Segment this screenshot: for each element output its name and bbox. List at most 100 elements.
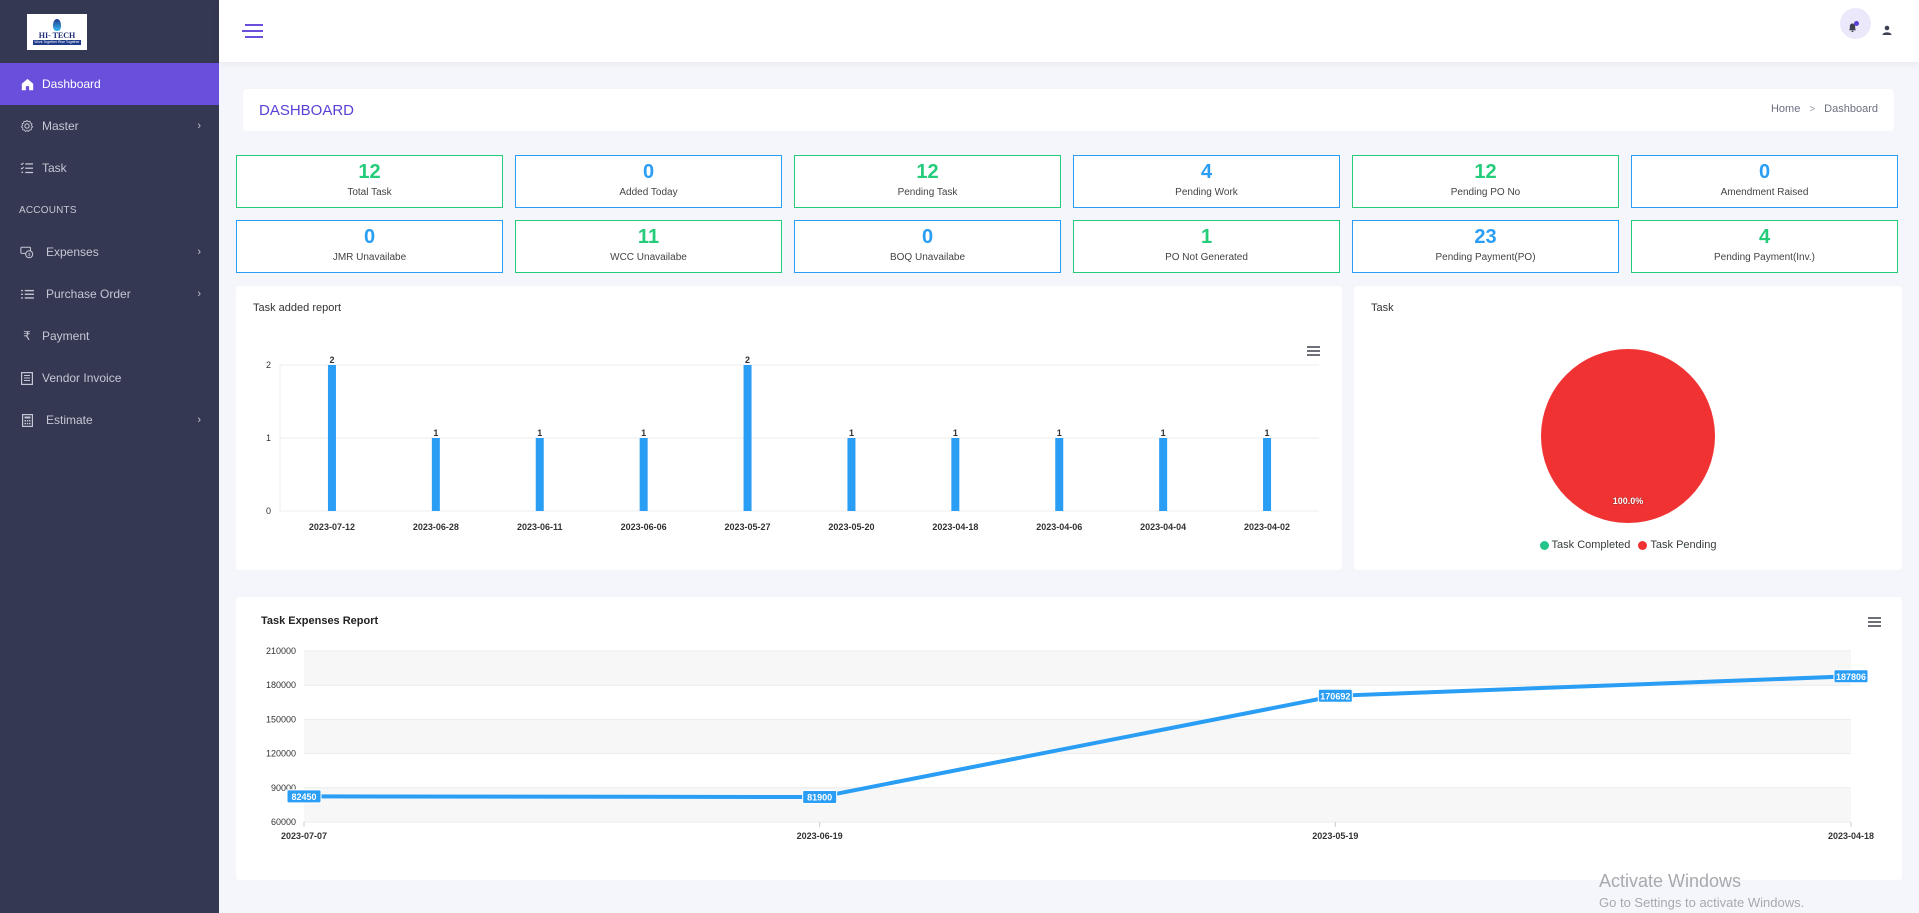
legend-marker-completed	[1539, 540, 1549, 550]
gear-icon	[20, 119, 34, 133]
stat-value: 4	[1200, 161, 1213, 183]
watermark-line1: Activate Windows	[1599, 871, 1742, 891]
sidebar-item-label: Purchase Order	[46, 287, 131, 301]
calculator-icon	[20, 413, 34, 427]
point-data-label: 187806	[1836, 672, 1866, 682]
x-tick-label: 2023-04-06	[1036, 522, 1082, 532]
stat-card[interactable]: 1 PO Not Generated	[1073, 220, 1340, 273]
stat-label: WCC Unavailabe	[610, 252, 687, 263]
logo-name: HI- TECH	[38, 30, 76, 40]
x-tick-label: 2023-05-19	[1312, 831, 1358, 841]
sidebar-item-payment[interactable]: ₹ Payment	[0, 315, 219, 357]
page-header: DASHBOARD Home > Dashboard	[243, 89, 1894, 131]
stat-card[interactable]: 4 Pending Work	[1073, 155, 1340, 208]
sidebar-item-label: Payment	[42, 329, 90, 343]
stat-card[interactable]: 12 Pending PO No	[1352, 155, 1619, 208]
stat-card[interactable]: 23 Pending Payment(PO)	[1352, 220, 1619, 273]
chevron-right-icon: ›	[197, 246, 201, 258]
stat-card[interactable]: 0 Amendment Raised	[1631, 155, 1898, 208]
money-icon: $	[20, 245, 34, 259]
stat-card[interactable]: 0 JMR Unavailabe	[236, 220, 503, 273]
y-tick-label: 180000	[266, 680, 296, 690]
legend-item-task-pending[interactable]: Task Pending	[1638, 539, 1716, 551]
task-pie-card: Task 100.0% Task Completed Task Pending	[1354, 286, 1902, 570]
stat-card[interactable]: 11 WCC Unavailabe	[515, 220, 782, 273]
bar-data-label: 1	[537, 428, 542, 438]
grid-band	[304, 787, 1851, 822]
bar-data-label: 2	[745, 355, 750, 365]
x-tick-label: 2023-06-19	[797, 831, 843, 841]
y-tick-label: 120000	[266, 749, 296, 759]
stat-label: Pending Payment(Inv.)	[1714, 252, 1815, 263]
breadcrumb-current: Dashboard	[1824, 103, 1878, 115]
x-tick-label: 2023-04-18	[1828, 831, 1874, 841]
invoice-icon	[20, 371, 34, 385]
stat-card[interactable]: 4 Pending Payment(Inv.)	[1631, 220, 1898, 273]
grid-band	[304, 651, 1851, 686]
rupee-icon: ₹	[23, 329, 31, 343]
sidebar-item-label: Task	[42, 161, 67, 175]
user-icon[interactable]	[1882, 25, 1892, 35]
bar	[639, 438, 648, 511]
bar-data-label: 1	[1161, 428, 1166, 438]
stat-label: Amendment Raised	[1720, 187, 1809, 198]
sidebar-item-master[interactable]: Master ›	[0, 105, 219, 147]
legend-label: Task Pending	[1650, 539, 1717, 551]
y-tick-label: 2	[266, 360, 271, 370]
watermark-line2: Go to Settings to activate Windows.	[1599, 895, 1805, 910]
notification-button[interactable]	[1840, 8, 1871, 39]
bar	[431, 438, 440, 511]
sidebar-item-label: Estimate	[46, 413, 93, 427]
x-tick-label: 2023-04-04	[1140, 522, 1186, 532]
page-title: DASHBOARD	[259, 102, 355, 119]
hamburger-icon[interactable]	[242, 23, 263, 39]
stat-value: 11	[637, 226, 660, 248]
stat-value: 0	[363, 226, 376, 248]
x-tick-label: 2023-07-07	[281, 831, 327, 841]
bar	[535, 438, 544, 511]
bar	[743, 365, 752, 511]
sidebar-item-label: Dashboard	[42, 77, 101, 91]
stat-value: 23	[1474, 226, 1497, 248]
legend-marker-pending	[1638, 540, 1648, 550]
bar-data-label: 1	[849, 428, 854, 438]
stat-card[interactable]: 0 Added Today	[515, 155, 782, 208]
bar	[327, 365, 336, 511]
point-data-label: 82450	[291, 792, 316, 802]
bar-data-label: 1	[1057, 428, 1062, 438]
task-expenses-report-card: Task Expenses Report 60000 90000 120000 150…	[236, 597, 1902, 880]
stat-label: Total Task	[347, 187, 392, 198]
breadcrumb-separator-icon: >	[1809, 103, 1816, 115]
company-logo[interactable]: HI- TECH Work Together Rise Together	[27, 13, 87, 50]
sidebar-item-task[interactable]: Task	[0, 147, 219, 189]
legend-item-task-completed[interactable]: Task Completed	[1539, 539, 1630, 551]
stat-value: 0	[921, 226, 934, 248]
stat-label: JMR Unavailabe	[332, 252, 407, 263]
stat-value: 12	[1474, 161, 1497, 183]
bar-data-label: 1	[953, 428, 958, 438]
sidebar-item-vendor-invoice[interactable]: Vendor Invoice	[0, 357, 219, 399]
grid-band	[304, 719, 1851, 754]
stat-label: Pending Payment(PO)	[1435, 252, 1536, 263]
stat-value: 0	[642, 161, 655, 183]
sidebar-item-label: Expenses	[46, 245, 99, 259]
stat-cards: 12 Total Task 0 Added Today 12 Pending Task 4 P…	[236, 155, 1902, 273]
bar	[1055, 438, 1064, 511]
x-tick-label: 2023-06-06	[621, 522, 667, 532]
bar-chart: 0 1 2 2 2023-07-12 1 2023-06-28 1 2023-06-11 1 202…	[266, 355, 1319, 532]
breadcrumb-home[interactable]: Home	[1771, 103, 1800, 115]
sidebar-item-label: Master	[42, 119, 79, 133]
sidebar-item-estimate[interactable]: Estimate ›	[0, 399, 219, 441]
bar	[951, 438, 960, 511]
stat-card[interactable]: 0 BOQ Unavailabe	[794, 220, 1061, 273]
home-icon	[20, 77, 34, 91]
bar	[1159, 438, 1168, 511]
logo-figure-icon	[53, 18, 61, 31]
sidebar-item-purchase-order[interactable]: Purchase Order ›	[0, 273, 219, 315]
pie-chart: 100.0%	[1541, 349, 1715, 523]
sidebar-item-expenses[interactable]: $ Expenses ›	[0, 231, 219, 273]
sidebar-item-dashboard[interactable]: Dashboard	[0, 63, 219, 105]
stat-card[interactable]: 12 Pending Task	[794, 155, 1061, 208]
x-tick-label: 2023-06-28	[413, 522, 459, 532]
stat-card[interactable]: 12 Total Task	[236, 155, 503, 208]
